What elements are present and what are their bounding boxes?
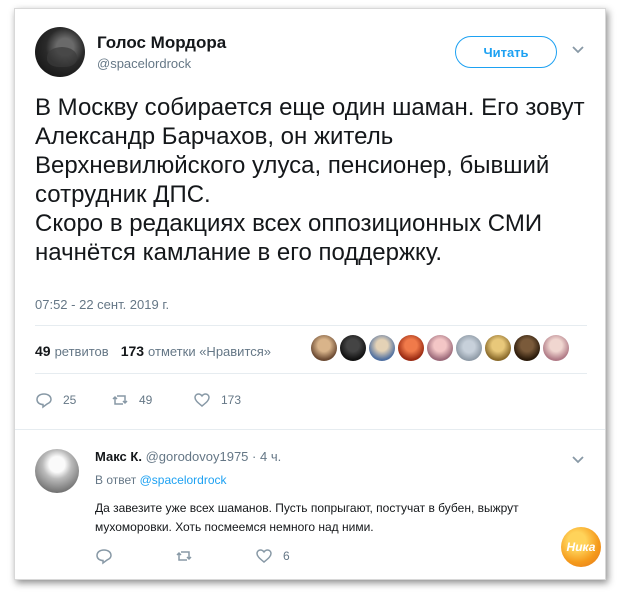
- avatar-icon[interactable]: [456, 335, 482, 361]
- reply-author-avatar[interactable]: [35, 449, 79, 493]
- author-name[interactable]: Голос Мордора: [97, 33, 226, 53]
- reply-likes-count: 6: [283, 549, 290, 563]
- reply-retweet-action[interactable]: [175, 547, 193, 565]
- reply-author-handle[interactable]: @gorodovoy1975: [146, 449, 249, 464]
- avatar-icon[interactable]: [427, 335, 453, 361]
- reply-author-name[interactable]: Макс К.: [95, 449, 142, 464]
- reply-text: Да завезите уже всех шаманов. Пусть попр…: [95, 501, 519, 534]
- tweet-card: Голос Мордора @spacelordrock Читать В Мо…: [14, 8, 606, 580]
- retweet-icon: [112, 395, 128, 405]
- follow-button[interactable]: Читать: [455, 36, 557, 68]
- reply-to-line: В ответ @spacelordrock: [95, 473, 227, 487]
- reply-time[interactable]: · 4 ч.: [252, 449, 281, 464]
- avatar-icon[interactable]: [514, 335, 540, 361]
- retweets-label[interactable]: ретвитов: [55, 344, 109, 359]
- reply-like-action[interactable]: 6: [255, 547, 290, 565]
- avatar-icon[interactable]: [398, 335, 424, 361]
- more-menu[interactable]: [571, 43, 585, 62]
- likes-label[interactable]: отметки «Нравится»: [148, 344, 271, 359]
- author-handle[interactable]: @spacelordrock: [97, 56, 191, 71]
- avatar-icon[interactable]: [543, 335, 569, 361]
- retweets-action-count: 49: [139, 393, 153, 407]
- avatar-icon[interactable]: [369, 335, 395, 361]
- heart-icon: [256, 549, 272, 563]
- chevron-down-icon: [572, 46, 584, 54]
- heart-icon: [194, 393, 210, 407]
- divider: [35, 325, 587, 326]
- retweet-icon: [176, 551, 192, 561]
- reply-header: Макс К. @gorodovoy1975 · 4 ч.: [95, 449, 281, 464]
- like-action[interactable]: 173: [193, 391, 241, 409]
- reply-icon: [96, 549, 112, 565]
- reply-to-prefix: В ответ: [95, 473, 137, 487]
- avatar-icon[interactable]: [485, 335, 511, 361]
- likers-avatars: [311, 335, 569, 361]
- author-avatar[interactable]: [35, 27, 85, 77]
- tweet-timestamp[interactable]: 07:52 - 22 сент. 2019 г.: [35, 297, 169, 312]
- likes-count[interactable]: 173: [121, 343, 144, 359]
- reply-more-menu[interactable]: [571, 453, 585, 472]
- reply-action[interactable]: 25: [35, 391, 76, 409]
- avatar-icon[interactable]: [311, 335, 337, 361]
- avatar-icon[interactable]: [340, 335, 366, 361]
- chevron-down-icon: [572, 456, 584, 464]
- divider: [15, 429, 605, 430]
- tweet-text: В Москву собирается еще один шаман. Его …: [35, 94, 585, 266]
- divider: [35, 373, 587, 374]
- replies-count: 25: [63, 393, 77, 407]
- retweets-count[interactable]: 49: [35, 343, 51, 359]
- reply-to-handle[interactable]: @spacelordrock: [140, 473, 227, 487]
- watermark-logo: Ника: [561, 527, 601, 567]
- engagement-stats: 49 ретвитов 173 отметки «Нравится»: [35, 343, 271, 359]
- likes-action-count: 173: [221, 393, 242, 407]
- retweet-action[interactable]: 49: [111, 391, 152, 409]
- reply-icon: [36, 393, 52, 409]
- reply-reply-action[interactable]: [95, 547, 113, 565]
